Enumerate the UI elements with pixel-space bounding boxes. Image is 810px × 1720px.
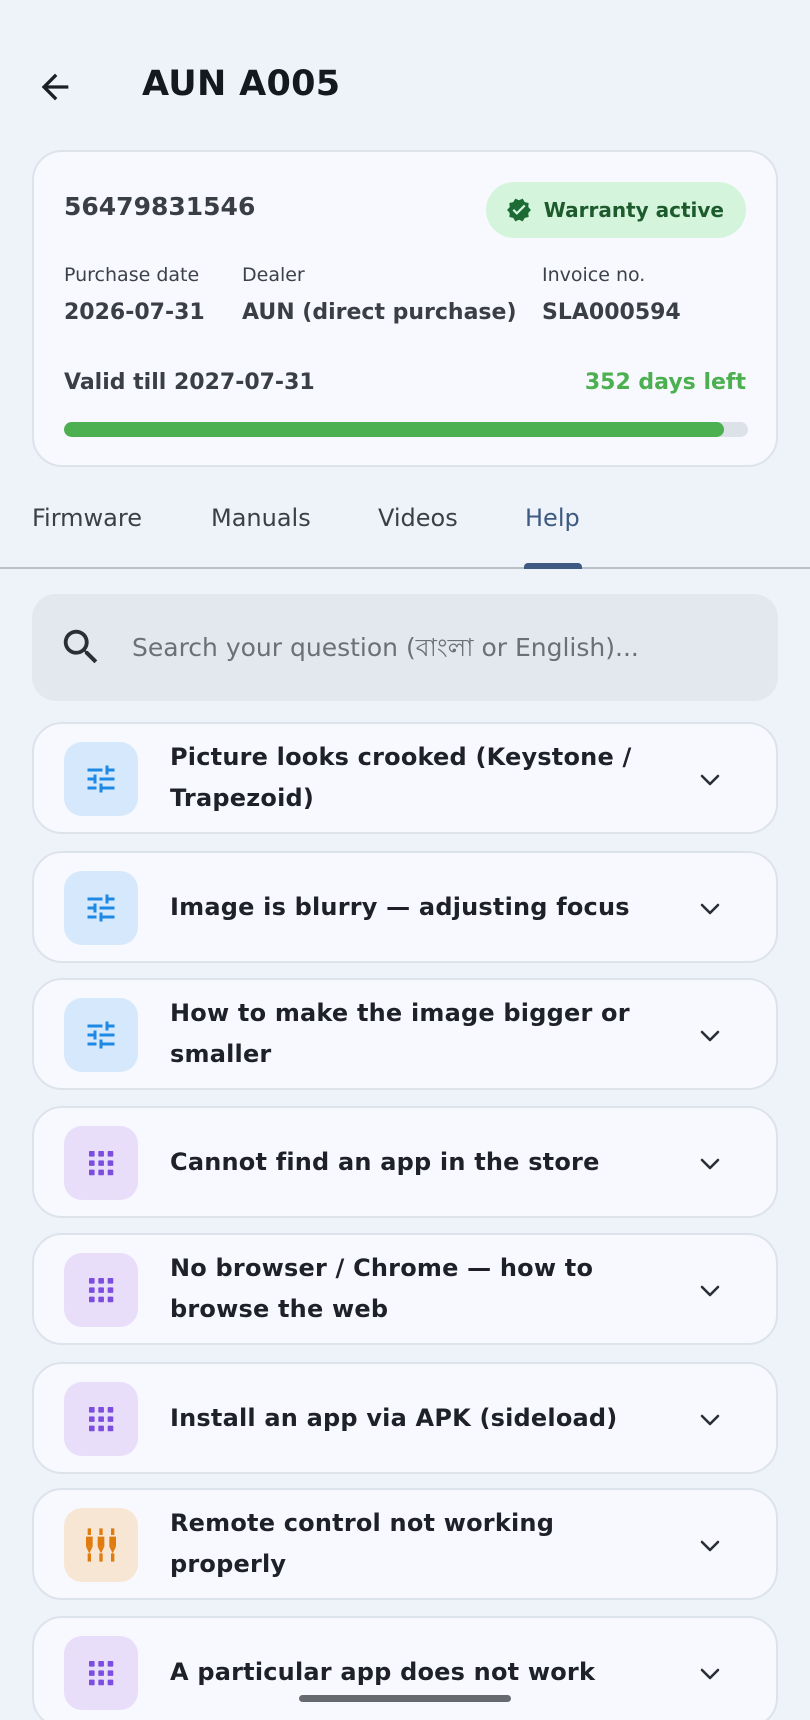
warranty-status-badge: Warranty active bbox=[485, 182, 746, 238]
tab-help[interactable]: Help bbox=[525, 504, 580, 532]
faq-title: A particular app does not work bbox=[170, 1657, 596, 1686]
chevron-down-icon[interactable] bbox=[698, 1534, 722, 1562]
faq-title: Cannot find an app in the store bbox=[170, 1147, 600, 1176]
faq-title: Image is blurry — adjusting focus bbox=[170, 892, 630, 921]
faq-item[interactable]: Install an app via APK (sideload) bbox=[32, 1362, 778, 1474]
home-indicator bbox=[299, 1695, 511, 1702]
tab-manuals[interactable]: Manuals bbox=[211, 504, 311, 532]
apps-grid-icon bbox=[64, 1382, 138, 1456]
page-title: AUN A005 bbox=[142, 64, 341, 104]
warranty-progress-bar bbox=[64, 422, 748, 437]
purchase-date-block: Purchase date 2026-07-31 bbox=[64, 264, 205, 325]
apps-grid-icon bbox=[64, 1253, 138, 1327]
apps-grid-icon bbox=[64, 1126, 138, 1200]
sliders-icon bbox=[64, 998, 138, 1072]
days-left-text: 352 days left bbox=[584, 370, 746, 395]
chevron-down-icon[interactable] bbox=[698, 1279, 722, 1307]
faq-item[interactable]: No browser / Chrome — how to browse the … bbox=[32, 1233, 778, 1345]
faq-title: Install an app via APK (sideload) bbox=[170, 1403, 618, 1432]
faq-item[interactable]: Picture looks crooked (Keystone / Trapez… bbox=[32, 722, 778, 834]
sliders-icon bbox=[64, 871, 138, 945]
serial-number: 56479831546 bbox=[64, 192, 256, 221]
chevron-down-icon[interactable] bbox=[698, 1662, 722, 1690]
faq-title: No browser / Chrome — how to browse the … bbox=[170, 1254, 594, 1323]
purchase-date-label: Purchase date bbox=[64, 264, 200, 286]
faq-title: Remote control not working properly bbox=[170, 1509, 555, 1578]
chevron-down-icon[interactable] bbox=[698, 1024, 722, 1052]
faq-item[interactable]: Remote control not working properly bbox=[32, 1488, 778, 1600]
dealer-value: AUN (direct purchase) bbox=[242, 300, 517, 325]
warranty-status-text: Warranty active bbox=[543, 198, 724, 222]
dealer-label: Dealer bbox=[242, 264, 305, 286]
tab-videos[interactable]: Videos bbox=[378, 504, 458, 532]
tab-bar: Firmware Manuals Videos Help bbox=[0, 492, 810, 569]
chevron-down-icon[interactable] bbox=[698, 1408, 722, 1436]
faq-title: How to make the image bigger or smaller bbox=[170, 999, 630, 1068]
search-box[interactable] bbox=[32, 594, 778, 701]
top-app-bar: AUN A005 bbox=[0, 40, 810, 134]
search-icon bbox=[63, 629, 98, 664]
invoice-value: SLA000594 bbox=[542, 300, 681, 325]
equalizer-icon bbox=[64, 1508, 138, 1582]
invoice-block: Invoice no. SLA000594 bbox=[542, 264, 681, 325]
apps-grid-icon bbox=[64, 1636, 138, 1710]
warranty-progress-fill bbox=[64, 422, 725, 437]
faq-title: Picture looks crooked (Keystone / Trapez… bbox=[170, 743, 632, 812]
valid-till-text: Valid till 2027-07-31 bbox=[64, 370, 315, 395]
verified-check-icon bbox=[506, 198, 531, 222]
purchase-date-value: 2026-07-31 bbox=[64, 300, 205, 325]
tab-firmware[interactable]: Firmware bbox=[32, 504, 142, 532]
dealer-block: Dealer AUN (direct purchase) bbox=[242, 264, 517, 325]
faq-item[interactable]: How to make the image bigger or smaller bbox=[32, 978, 778, 1090]
chevron-down-icon[interactable] bbox=[698, 768, 722, 796]
faq-item[interactable]: Cannot find an app in the store bbox=[32, 1106, 778, 1218]
active-tab-indicator bbox=[524, 563, 582, 569]
chevron-down-icon[interactable] bbox=[698, 1152, 722, 1180]
invoice-label: Invoice no. bbox=[542, 264, 646, 286]
search-input[interactable] bbox=[132, 594, 752, 701]
warranty-card: 56479831546 Warranty active Purchase dat… bbox=[32, 150, 778, 467]
faq-item[interactable]: Image is blurry — adjusting focus bbox=[32, 851, 778, 963]
chevron-down-icon[interactable] bbox=[698, 897, 722, 925]
back-button[interactable] bbox=[30, 62, 80, 112]
arrow-left-icon bbox=[41, 73, 69, 101]
faq-item[interactable]: A particular app does not work bbox=[32, 1616, 778, 1720]
sliders-icon bbox=[64, 742, 138, 816]
